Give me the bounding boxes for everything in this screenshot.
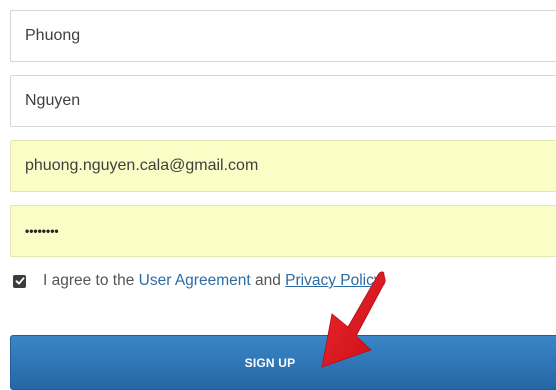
password-field[interactable]: ••••••••: [10, 205, 556, 257]
first-name-value: Phuong: [25, 27, 81, 44]
user-agreement-link[interactable]: User Agreement: [139, 272, 251, 290]
checkmark-icon: [15, 277, 24, 285]
agree-text-suffix: .: [381, 272, 386, 289]
sign-up-label: SIGN UP: [244, 356, 296, 370]
first-name-field[interactable]: Phuong: [10, 10, 556, 62]
privacy-policy-link[interactable]: Privacy Policy: [285, 272, 381, 290]
agree-checkbox[interactable]: [13, 274, 26, 288]
last-name-field[interactable]: Nguyen: [10, 75, 556, 127]
password-value: ••••••••: [25, 224, 59, 238]
email-field[interactable]: phuong.nguyen.cala@gmail.com: [10, 140, 556, 192]
sign-up-button[interactable]: SIGN UP: [10, 335, 556, 390]
email-value: phuong.nguyen.cala@gmail.com: [25, 157, 259, 174]
agree-text-middle: and: [250, 272, 286, 289]
last-name-value: Nguyen: [25, 92, 81, 109]
agreement-row: I agree to the User Agreement and Privac…: [12, 272, 386, 290]
agree-text-prefix: I agree to the: [43, 272, 139, 289]
